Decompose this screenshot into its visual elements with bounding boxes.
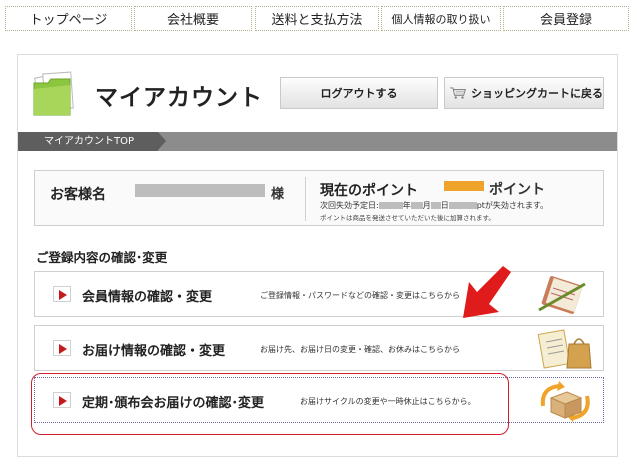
customer-name-label: お客様名 (50, 187, 106, 203)
expiry-day-redacted (430, 202, 441, 209)
nav-top-page[interactable]: トップページ (5, 6, 132, 31)
expiry-prefix: 次回失効予定日: (320, 201, 379, 210)
delivery-info-desc: お届け先、お届け日の変更・確認、お休みはこちらから (260, 345, 460, 354)
expiry-year-unit: 年 (402, 201, 411, 210)
nav-company-profile[interactable]: 会社概要 (134, 6, 252, 31)
nav-shipping-payment[interactable]: 送料と支払方法 (255, 6, 379, 31)
nav-member-registration[interactable]: 会員登録 (503, 6, 629, 31)
back-to-cart-label: ショッピングカートに戻る (471, 87, 603, 100)
shopping-cart-icon (450, 87, 466, 99)
customer-info-box: お客様名 様 現在のポイント ポイント 次回失効予定日: 年 月日 ptが失効されます… (34, 170, 604, 226)
section-title: ご登録内容の確認･変更 (36, 250, 168, 265)
box-cycle-icon (540, 381, 590, 422)
member-info-title: 会員情報の確認・変更 (82, 290, 213, 305)
breadcrumb-arrow (158, 132, 166, 150)
customer-box-divider (305, 177, 306, 221)
red-arrow-annotation-icon (463, 266, 511, 318)
points-value-redacted (444, 181, 484, 191)
logout-button[interactable]: ログアウトする (280, 77, 438, 109)
back-to-cart-button[interactable]: ショッピングカートに戻る (444, 77, 604, 109)
nav-privacy-policy[interactable]: 個人情報の取り扱い (381, 6, 501, 31)
play-arrow-icon (53, 340, 71, 356)
notebook-pen-icon (538, 276, 586, 314)
expiry-month-redacted (410, 202, 423, 209)
expiry-suffix: ptが失効されます。 (476, 201, 549, 210)
top-navigation: トップページ 会社概要 送料と支払方法 個人情報の取り扱い 会員登録 (0, 0, 637, 34)
delivery-info-title: お届け情報の確認・変更 (82, 344, 226, 359)
member-info-desc: ご登録情報・パスワードなどの確認・変更はこちらから (260, 291, 460, 300)
page-title: マイアカウント (95, 85, 263, 111)
folder-icon (33, 71, 74, 116)
highlight-circle-annotation (31, 373, 509, 435)
customer-name-redacted (135, 184, 265, 197)
expiry-day-unit: 日 (440, 201, 449, 210)
points-unit: ポイント (489, 182, 545, 198)
points-label: 現在のポイント (320, 183, 418, 199)
account-header: マイアカウント ログアウトする ショッピングカートに戻る (18, 55, 617, 127)
expiry-month-unit: 月 (422, 201, 431, 210)
play-arrow-icon (53, 286, 71, 302)
customer-honorific: 様 (271, 187, 285, 202)
points-expiry-note: 次回失効予定日: 年 月日 ptが失効されます。 (320, 200, 548, 211)
delivery-info-link[interactable]: お届け情報の確認・変更 お届け先、お届け日の変更・確認、お休みはこちらから (34, 325, 604, 371)
points-add-note: ポイントは商品を発送させていただいた後に加算されます。 (320, 214, 495, 222)
breadcrumb: マイアカウントTOP (18, 132, 617, 151)
expiry-points-redacted (448, 202, 477, 209)
breadcrumb-current[interactable]: マイアカウントTOP (18, 132, 158, 151)
expiry-year-redacted (378, 202, 403, 209)
clipboard-bag-icon (537, 329, 592, 369)
member-info-link[interactable]: 会員情報の確認・変更 ご登録情報・パスワードなどの確認・変更はこちらから (34, 271, 604, 317)
